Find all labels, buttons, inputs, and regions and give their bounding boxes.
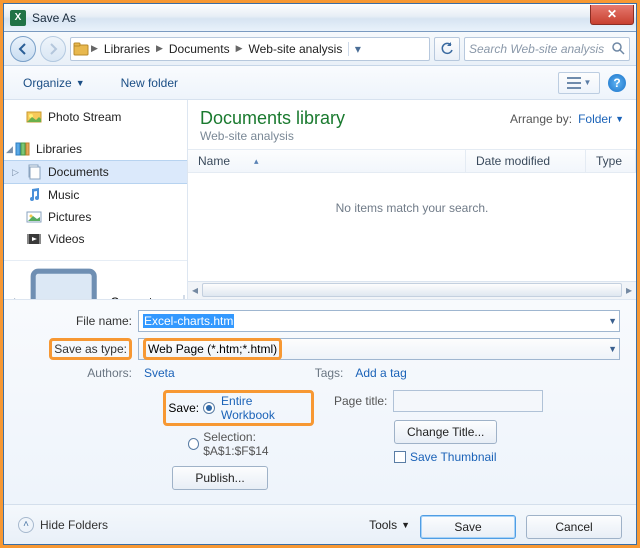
toolbar: Organize▼ New folder ▼ ? (4, 66, 636, 100)
new-folder-button[interactable]: New folder (112, 71, 187, 95)
nav-bar: ▶ Libraries ▶ Documents ▶ Web-site analy… (4, 32, 636, 66)
libraries-icon (14, 141, 30, 157)
computer-icon (23, 261, 104, 299)
tree-item-documents[interactable]: ▷ Documents (4, 160, 187, 184)
help-button[interactable]: ? (608, 74, 626, 92)
authors-value[interactable]: Sveta (144, 366, 175, 380)
tags-value[interactable]: Add a tag (355, 366, 406, 380)
chevron-right-icon: ▶ (91, 43, 98, 54)
chevron-right-icon: ▶ (236, 43, 243, 54)
back-button[interactable] (10, 36, 36, 62)
hide-folders-button[interactable]: ˄ Hide Folders (18, 517, 108, 533)
expand-icon[interactable]: ▷ (14, 296, 21, 299)
breadcrumb-item[interactable]: Documents (165, 42, 234, 56)
libraries-icon (73, 42, 89, 56)
close-button[interactable]: ✕ (590, 5, 634, 25)
collapse-icon[interactable]: ◢ (6, 144, 13, 155)
filename-value: Excel-charts.htm (143, 314, 234, 328)
breadcrumb-dropdown[interactable]: ▾ (348, 42, 366, 56)
change-title-button[interactable]: Change Title... (394, 420, 497, 444)
horizontal-scrollbar[interactable]: ◂ ▸ (188, 281, 636, 299)
breadcrumb-item[interactable]: Libraries (100, 42, 154, 56)
save-thumbnail-label[interactable]: Save Thumbnail (410, 450, 497, 464)
option-selection[interactable]: Selection: $A$1:$F$14 (203, 430, 314, 458)
pictures-icon (26, 209, 42, 225)
radio-entire-workbook[interactable] (203, 402, 215, 414)
save-button[interactable]: Save (420, 515, 516, 539)
option-entire-workbook[interactable]: Entire Workbook (221, 394, 309, 422)
folder-tree[interactable]: Photo Stream ◢ Libraries ▷ Documents Mus… (4, 100, 188, 299)
arrange-by-dropdown[interactable]: Folder▼ (578, 112, 624, 126)
chevron-down-icon[interactable]: ▼ (608, 316, 617, 326)
tree-item-music[interactable]: Music (4, 184, 187, 206)
tags-label: Tags: (315, 366, 350, 380)
breadcrumb-item[interactable]: Web-site analysis (245, 42, 347, 56)
scroll-thumb[interactable] (202, 283, 622, 297)
scroll-left-icon[interactable]: ◂ (188, 282, 202, 298)
chevron-down-icon: ▼ (401, 520, 410, 530)
chevron-down-icon: ▼ (615, 114, 624, 124)
forward-button[interactable] (40, 36, 66, 62)
location-subtitle: Web-site analysis (200, 129, 345, 143)
refresh-button[interactable] (434, 37, 460, 61)
photo-icon (26, 109, 42, 125)
scroll-right-icon[interactable]: ▸ (622, 282, 636, 298)
chevron-down-icon[interactable]: ▼ (608, 344, 617, 354)
search-input[interactable]: Search Web-site analysis (464, 37, 630, 61)
organize-button[interactable]: Organize▼ (14, 71, 94, 95)
expand-icon[interactable]: ▷ (12, 167, 19, 178)
chevron-right-icon: ▶ (156, 43, 163, 54)
publish-button[interactable]: Publish... (172, 466, 268, 490)
tree-item-computer[interactable]: Computer (110, 295, 163, 299)
column-type[interactable]: Type (586, 150, 636, 172)
column-name[interactable]: Name (188, 150, 466, 172)
window-title: Save As (32, 11, 590, 25)
chevron-up-icon: ˄ (18, 517, 34, 533)
save-options-label: Save: (168, 401, 199, 415)
save-form: File name: Excel-charts.htm ▼ Save as ty… (4, 299, 636, 504)
breadcrumb[interactable]: ▶ Libraries ▶ Documents ▶ Web-site analy… (70, 37, 430, 61)
save-as-type-label: Save as type: (49, 338, 132, 360)
column-headers[interactable]: Name Date modified Type (188, 149, 636, 173)
radio-selection[interactable] (188, 438, 199, 450)
authors-label: Authors: (4, 366, 138, 380)
documents-icon (26, 164, 42, 180)
excel-icon: X (10, 10, 26, 26)
music-icon (26, 187, 42, 203)
titlebar: X Save As ✕ (4, 4, 636, 32)
tools-dropdown[interactable]: Tools▼ (369, 518, 410, 532)
arrange-by-label: Arrange by: (510, 112, 572, 126)
tree-item-photo-stream[interactable]: Photo Stream (4, 106, 187, 128)
file-list-pane: Documents library Web-site analysis Arra… (188, 100, 636, 299)
search-placeholder: Search Web-site analysis (469, 42, 604, 56)
save-as-type-dropdown[interactable]: Web Page (*.htm;*.html) ▼ (138, 338, 620, 360)
cancel-button[interactable]: Cancel (526, 515, 622, 539)
videos-icon (26, 231, 42, 247)
filename-label: File name: (4, 314, 138, 328)
location-title: Documents library (200, 108, 345, 129)
empty-message: No items match your search. (188, 173, 636, 281)
search-icon (612, 42, 625, 55)
tree-item-videos[interactable]: Videos (4, 228, 187, 250)
page-title-label: Page title: (334, 394, 387, 408)
save-as-type-value: Web Page (*.htm;*.html) (143, 338, 282, 360)
chevron-down-icon: ▼ (76, 78, 85, 88)
page-title-input[interactable] (393, 390, 543, 412)
list-icon (567, 77, 581, 89)
save-thumbnail-checkbox[interactable] (394, 451, 406, 463)
tree-item-pictures[interactable]: Pictures (4, 206, 187, 228)
view-options-button[interactable]: ▼ (558, 72, 600, 94)
save-as-dialog: X Save As ✕ ▶ Libraries ▶ Documents ▶ We… (3, 3, 637, 545)
column-date[interactable]: Date modified (466, 150, 586, 172)
chevron-down-icon: ▼ (584, 78, 592, 87)
tree-item-libraries[interactable]: ◢ Libraries (4, 138, 187, 160)
tree-scrollbar[interactable] (183, 295, 185, 299)
filename-input[interactable]: Excel-charts.htm ▼ (138, 310, 620, 332)
dialog-footer: ˄ Hide Folders Tools▼ Save Cancel (4, 504, 636, 544)
